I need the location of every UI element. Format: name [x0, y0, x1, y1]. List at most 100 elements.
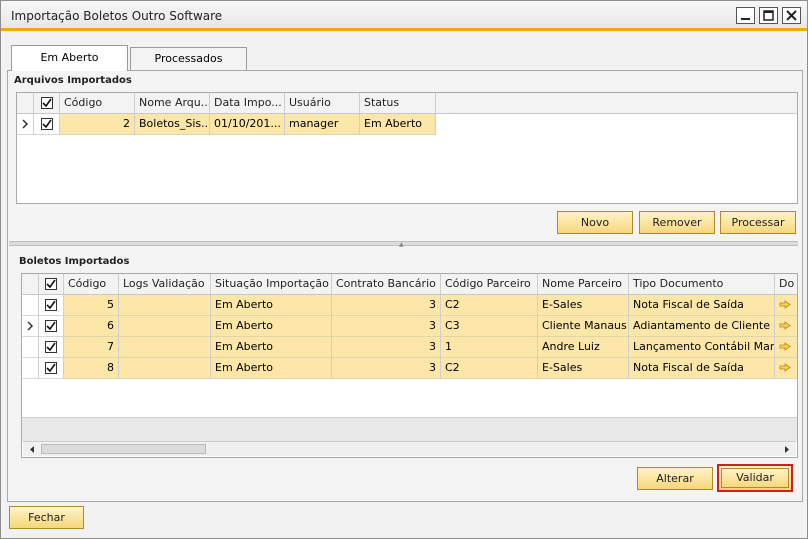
- link-arrow-icon[interactable]: [779, 363, 791, 372]
- table-row[interactable]: 6 Em Aberto 3 C3 Cliente Manaus Adiantamento …: [22, 316, 797, 337]
- col-header-contrato[interactable]: Contrato Bancário: [332, 274, 441, 295]
- cell-logs[interactable]: [119, 295, 211, 316]
- cell-cod-parceiro[interactable]: C2: [441, 358, 538, 379]
- scroll-right-icon[interactable]: [781, 443, 793, 456]
- row-checkbox-cell[interactable]: [39, 295, 64, 316]
- table-row[interactable]: 5 Em Aberto 3 C2 E-Sales Nota Fiscal de Saída: [22, 295, 797, 316]
- cell-tipo-doc[interactable]: Nota Fiscal de Saída: [629, 295, 775, 316]
- cell-logs[interactable]: [119, 316, 211, 337]
- row-checkbox-cell[interactable]: [34, 114, 60, 135]
- arquivos-grid[interactable]: Código Nome Arqu... Data Impo... Usuário…: [16, 92, 798, 204]
- maximize-button[interactable]: [759, 7, 778, 24]
- col-header-situacao[interactable]: Situação Importação: [211, 274, 332, 295]
- col-header-do[interactable]: Do: [775, 274, 797, 295]
- col-header-logs[interactable]: Logs Validação: [119, 274, 211, 295]
- horizontal-scrollbar[interactable]: [23, 441, 796, 456]
- validar-button[interactable]: Validar: [717, 464, 793, 492]
- cell-codigo[interactable]: 7: [64, 337, 119, 358]
- cell-data[interactable]: 01/10/201...: [210, 114, 285, 135]
- row-gutter[interactable]: [22, 337, 39, 358]
- cell-codigo[interactable]: 5: [64, 295, 119, 316]
- cell-link[interactable]: [775, 295, 797, 316]
- cell-situacao[interactable]: Em Aberto: [211, 358, 332, 379]
- minimize-button[interactable]: [736, 7, 755, 24]
- cell-codigo[interactable]: 6: [64, 316, 119, 337]
- col-header-codigo[interactable]: Código: [64, 274, 119, 295]
- row-gutter[interactable]: [17, 114, 34, 135]
- select-all-header[interactable]: [34, 93, 60, 114]
- processar-button[interactable]: Processar: [720, 211, 796, 234]
- cell-logs[interactable]: [119, 358, 211, 379]
- row-checkbox[interactable]: [45, 341, 57, 353]
- select-all-checkbox[interactable]: [40, 97, 53, 109]
- cell-contrato[interactable]: 3: [332, 337, 441, 358]
- cell-codigo[interactable]: 2: [60, 114, 135, 135]
- cell-nome[interactable]: Boletos_Sis...: [135, 114, 210, 135]
- cell-tipo-doc[interactable]: Adiantamento de Cliente: [629, 316, 775, 337]
- col-header-cod-parceiro[interactable]: Código Parceiro: [441, 274, 538, 295]
- cell-status[interactable]: Em Aberto: [360, 114, 436, 135]
- cell-cod-parceiro[interactable]: 1: [441, 337, 538, 358]
- boletos-grid[interactable]: Código Logs Validação Situação Importaçã…: [21, 273, 798, 458]
- col-header-nome-parceiro[interactable]: Nome Parceiro: [538, 274, 629, 295]
- cell-situacao[interactable]: Em Aberto: [211, 337, 332, 358]
- link-arrow-icon[interactable]: [779, 342, 791, 351]
- row-checkbox[interactable]: [45, 320, 57, 332]
- col-header-status[interactable]: Status: [360, 93, 436, 114]
- row-checkbox[interactable]: [45, 362, 57, 374]
- col-header-data[interactable]: Data Impo...: [210, 93, 285, 114]
- cell-nome-parceiro[interactable]: E-Sales: [538, 358, 629, 379]
- cell-contrato[interactable]: 3: [332, 295, 441, 316]
- cell-nome-parceiro[interactable]: Cliente Manaus: [538, 316, 629, 337]
- link-arrow-icon[interactable]: [779, 300, 791, 309]
- fechar-button[interactable]: Fechar: [9, 506, 84, 529]
- row-checkbox-cell[interactable]: [39, 316, 64, 337]
- row-checkbox[interactable]: [45, 299, 57, 311]
- cell-usuario[interactable]: manager: [285, 114, 360, 135]
- cell-contrato[interactable]: 3: [332, 358, 441, 379]
- check-icon: [46, 300, 56, 310]
- alterar-button[interactable]: Alterar: [637, 467, 713, 490]
- novo-button[interactable]: Novo: [557, 211, 633, 234]
- panel-splitter[interactable]: ▲: [9, 241, 798, 248]
- row-checkbox-cell[interactable]: [39, 337, 64, 358]
- cell-nome-parceiro[interactable]: Andre Luiz: [538, 337, 629, 358]
- scrollbar-thumb[interactable]: [41, 444, 206, 454]
- cell-link[interactable]: [775, 337, 797, 358]
- title-bar[interactable]: Importação Boletos Outro Software: [1, 1, 807, 31]
- select-all-header[interactable]: [39, 274, 64, 295]
- cell-nome-parceiro[interactable]: E-Sales: [538, 295, 629, 316]
- close-icon: [786, 10, 797, 21]
- tab-processados[interactable]: Processados: [130, 47, 247, 70]
- col-header-usuario[interactable]: Usuário: [285, 93, 360, 114]
- cell-logs[interactable]: [119, 337, 211, 358]
- cell-situacao[interactable]: Em Aberto: [211, 316, 332, 337]
- tab-em-aberto[interactable]: Em Aberto: [11, 45, 128, 71]
- row-gutter[interactable]: [22, 316, 39, 337]
- cell-link[interactable]: [775, 316, 797, 337]
- scroll-left-icon[interactable]: [26, 443, 38, 456]
- window-title: Importação Boletos Outro Software: [11, 9, 223, 23]
- cell-contrato[interactable]: 3: [332, 316, 441, 337]
- col-header-codigo[interactable]: Código: [60, 93, 135, 114]
- cell-link[interactable]: [775, 358, 797, 379]
- row-gutter[interactable]: [22, 358, 39, 379]
- table-row[interactable]: 2 Boletos_Sis... 01/10/201... manager Em…: [17, 114, 437, 135]
- row-checkbox[interactable]: [40, 118, 53, 130]
- table-row[interactable]: 7 Em Aberto 3 1 Andre Luiz Lançamento Contábi…: [22, 337, 797, 358]
- cell-tipo-doc[interactable]: Nota Fiscal de Saída: [629, 358, 775, 379]
- close-button[interactable]: [782, 7, 801, 24]
- cell-tipo-doc[interactable]: Lançamento Contábil Manual: [629, 337, 775, 358]
- cell-cod-parceiro[interactable]: C2: [441, 295, 538, 316]
- cell-cod-parceiro[interactable]: C3: [441, 316, 538, 337]
- cell-codigo[interactable]: 8: [64, 358, 119, 379]
- cell-situacao[interactable]: Em Aberto: [211, 295, 332, 316]
- col-header-nome[interactable]: Nome Arqu...: [135, 93, 210, 114]
- row-gutter[interactable]: [22, 295, 39, 316]
- link-arrow-icon[interactable]: [779, 321, 791, 330]
- remover-button[interactable]: Remover: [639, 211, 715, 234]
- col-header-tipo-doc[interactable]: Tipo Documento: [629, 274, 775, 295]
- row-checkbox-cell[interactable]: [39, 358, 64, 379]
- select-all-checkbox[interactable]: [45, 278, 57, 290]
- table-row[interactable]: 8 Em Aberto 3 C2 E-Sales Nota Fiscal de Saída: [22, 358, 797, 379]
